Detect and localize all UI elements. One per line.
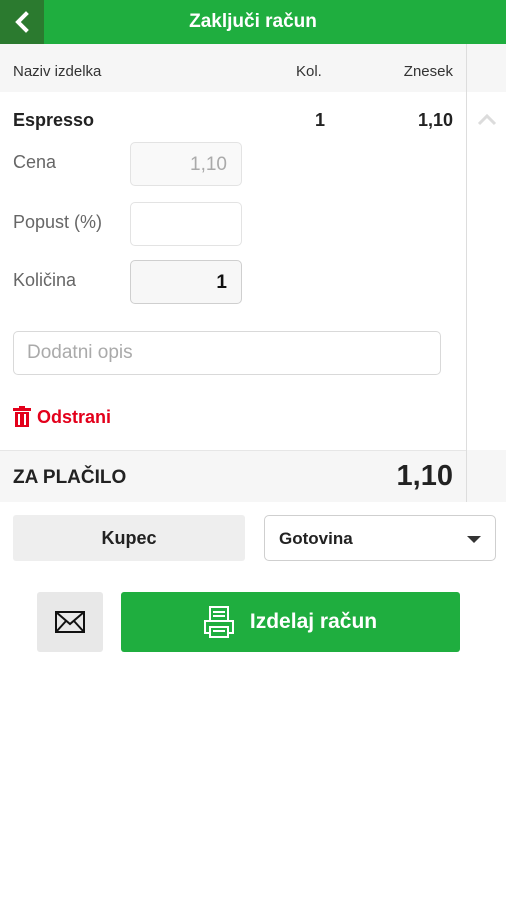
item-qty: 1 bbox=[315, 110, 326, 130]
quantity-field[interactable]: 1 bbox=[130, 260, 242, 304]
chevron-up-icon[interactable] bbox=[477, 114, 497, 126]
column-name: Naziv izdelka bbox=[13, 63, 102, 80]
description-field[interactable]: Dodatni opis bbox=[13, 331, 441, 375]
payment-method-select[interactable]: Gotovina bbox=[264, 515, 496, 561]
email-button[interactable] bbox=[37, 592, 103, 652]
discount-field[interactable] bbox=[130, 202, 242, 246]
side-footer-cell bbox=[467, 450, 506, 502]
price-label: Cena bbox=[13, 152, 57, 172]
payment-method-value: Gotovina bbox=[279, 529, 353, 548]
total-label: ZA PLAČILO bbox=[13, 467, 127, 488]
price-field[interactable]: 1,10 bbox=[130, 142, 242, 186]
item-amount: 1,10 bbox=[417, 110, 453, 130]
item-name: Espresso bbox=[13, 110, 95, 130]
issue-receipt-button[interactable]: Izdelaj račun bbox=[121, 592, 460, 652]
caret-down-icon bbox=[467, 536, 481, 543]
table-row[interactable]: Espresso 1 1,10 bbox=[0, 106, 466, 134]
envelope-icon bbox=[55, 611, 85, 633]
side-column bbox=[466, 44, 506, 502]
remove-label: Odstrani bbox=[37, 406, 112, 427]
total-value: 1,10 bbox=[396, 460, 453, 492]
column-amount: Znesek bbox=[403, 63, 453, 80]
printer-icon bbox=[203, 606, 234, 638]
column-qty: Kol. bbox=[296, 63, 322, 80]
total-row: ZA PLAČILO 1,10 bbox=[0, 450, 466, 502]
issue-receipt-label: Izdelaj račun bbox=[249, 610, 378, 633]
remove-button[interactable]: Odstrani bbox=[13, 405, 111, 429]
side-header-cell bbox=[467, 44, 506, 92]
receipt-list: Naziv izdelka Kol. Znesek Espresso 1 1,1… bbox=[0, 44, 466, 502]
trash-icon bbox=[13, 406, 31, 427]
discount-label: Popust (%) bbox=[13, 212, 103, 232]
customer-button[interactable]: Kupec bbox=[13, 515, 245, 561]
top-bar: Zaključi račun bbox=[0, 0, 506, 44]
page-title: Zaključi račun bbox=[189, 11, 317, 32]
table-header: Naziv izdelka Kol. Znesek bbox=[0, 44, 466, 92]
quantity-label: Količina bbox=[13, 270, 77, 290]
